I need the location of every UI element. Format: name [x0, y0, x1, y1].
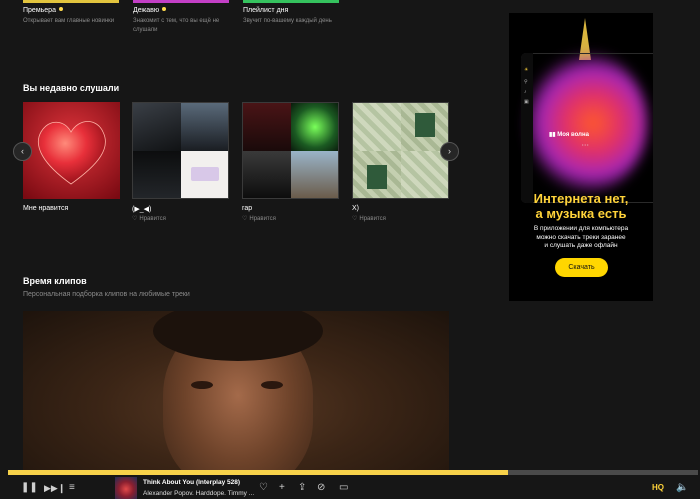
playlist-tile-liked[interactable]: [23, 102, 120, 199]
new-dot-icon: [58, 7, 63, 11]
queue-icon[interactable]: ≡: [69, 482, 75, 494]
promo-body-2: можно скачать треки заранее: [536, 233, 626, 241]
mosaic-cover: [181, 103, 228, 151]
playlist-tile-rap[interactable]: [242, 102, 339, 199]
note-icon: ♪: [524, 89, 527, 95]
mix-card-subtitle: Звучит по-вашему каждый день: [243, 18, 332, 24]
heart-outline-icon: ♡: [242, 216, 248, 222]
mix-card-bar: [133, 0, 229, 3]
mix-card-premiere[interactable]: Премьера Открывает вам главные новинки: [23, 0, 123, 40]
tile-like[interactable]: ♡ Нравится: [132, 215, 166, 222]
carousel-next-button[interactable]: ›: [440, 142, 459, 161]
tile-title[interactable]: (▶︎_◀): [132, 205, 151, 213]
mosaic-cover: [133, 151, 181, 198]
promo-banner[interactable]: ☀ ⚲ ♪ ▣ ▮▮ Моя волна • • • Интернета нет…: [509, 13, 653, 301]
mosaic-cover: [133, 103, 181, 151]
promo-body-1: В приложении для компьютера: [533, 225, 629, 232]
track-artist[interactable]: Alexander Popov. Harddope. Timmy ...: [143, 490, 254, 497]
mix-card-playlist-of-day[interactable]: Плейлист дня Звучит по-вашему каждый ден…: [243, 0, 343, 40]
mosaic-cover: [181, 151, 228, 198]
mosaic-cover: [353, 103, 401, 151]
mix-card-bar: [243, 0, 339, 3]
playlist-tile-x[interactable]: [352, 102, 449, 199]
promo-body-3: и слушать даже офлайн: [544, 242, 618, 249]
share-icon[interactable]: ⇪: [298, 482, 306, 494]
mosaic-cover: [243, 103, 291, 151]
mix-card-bar: [23, 0, 119, 3]
mix-cards-row: Премьера Открывает вам главные новинки Д…: [23, 0, 443, 40]
mosaic-cover: [353, 151, 401, 198]
track-cover[interactable]: [115, 477, 137, 499]
mix-card-dejavu[interactable]: Дежавю Знакомит с тем, что вы ещё не слу…: [133, 0, 233, 40]
heart-outline-icon: ♡: [132, 216, 138, 222]
next-icon[interactable]: ▶▶❙: [44, 482, 65, 494]
tile-title[interactable]: Мне нравится: [23, 205, 68, 212]
search-icon: ⚲: [524, 79, 528, 85]
promo-headline-2: а музыка есть: [535, 206, 627, 221]
chevron-right-icon: ›: [448, 146, 451, 156]
pause-icon[interactable]: ❚❚: [21, 482, 38, 494]
app-window-preview: [521, 53, 653, 203]
wave-sub-dots: • • •: [582, 142, 589, 147]
player-bar: ❚❚ ▶▶❙ ≡ Think About You (Interplay 528)…: [0, 475, 700, 499]
mosaic-cover: [291, 151, 338, 198]
tile-title[interactable]: X): [352, 205, 359, 212]
new-dot-icon: [162, 7, 167, 11]
clips-section-title: Время клипов: [23, 276, 87, 286]
tile-title[interactable]: rap: [242, 205, 252, 212]
mix-card-title: Премьера: [23, 7, 56, 14]
mix-card-subtitle: Знакомит с тем, что вы ещё не слушали: [133, 18, 220, 33]
clip-video-player[interactable]: [23, 311, 449, 471]
tile-like[interactable]: ♡ Нравится: [242, 215, 276, 222]
track-title[interactable]: Think About You (Interplay 528): [143, 479, 240, 486]
volume-icon[interactable]: 🔈: [676, 482, 688, 494]
playlist-tile-arrows[interactable]: [132, 102, 229, 199]
mix-card-title: Плейлист дня: [243, 7, 289, 14]
mix-card-title: Дежавю: [133, 7, 160, 14]
chevron-left-icon: ‹: [21, 146, 24, 156]
heart-outline-icon: ♡: [352, 216, 358, 222]
block-icon[interactable]: ⊘: [317, 482, 325, 494]
heart-cover-icon: [23, 102, 120, 199]
mix-card-subtitle: Открывает вам главные новинки: [23, 18, 115, 24]
cast-icon[interactable]: ▭: [339, 482, 348, 494]
wave-label: Моя волна: [557, 132, 589, 138]
tile-like[interactable]: ♡ Нравится: [352, 215, 386, 222]
mosaic-cover: [291, 103, 338, 151]
sun-icon: ☀: [524, 67, 529, 73]
download-button[interactable]: Скачать: [555, 258, 608, 277]
play-small-icon: ▮▮: [549, 132, 556, 138]
plus-icon[interactable]: +: [279, 482, 285, 494]
promo-headline-1: Интернета нет,: [533, 191, 629, 206]
quality-badge[interactable]: HQ: [652, 483, 664, 492]
clips-section-subtitle: Персональная подборка клипов на любимые …: [23, 291, 190, 298]
library-icon: ▣: [524, 99, 529, 105]
carousel-prev-button[interactable]: ‹: [13, 142, 32, 161]
mosaic-cover: [243, 151, 291, 198]
heart-icon[interactable]: ♡: [259, 482, 268, 494]
recent-section-title: Вы недавно слушали: [23, 83, 120, 93]
